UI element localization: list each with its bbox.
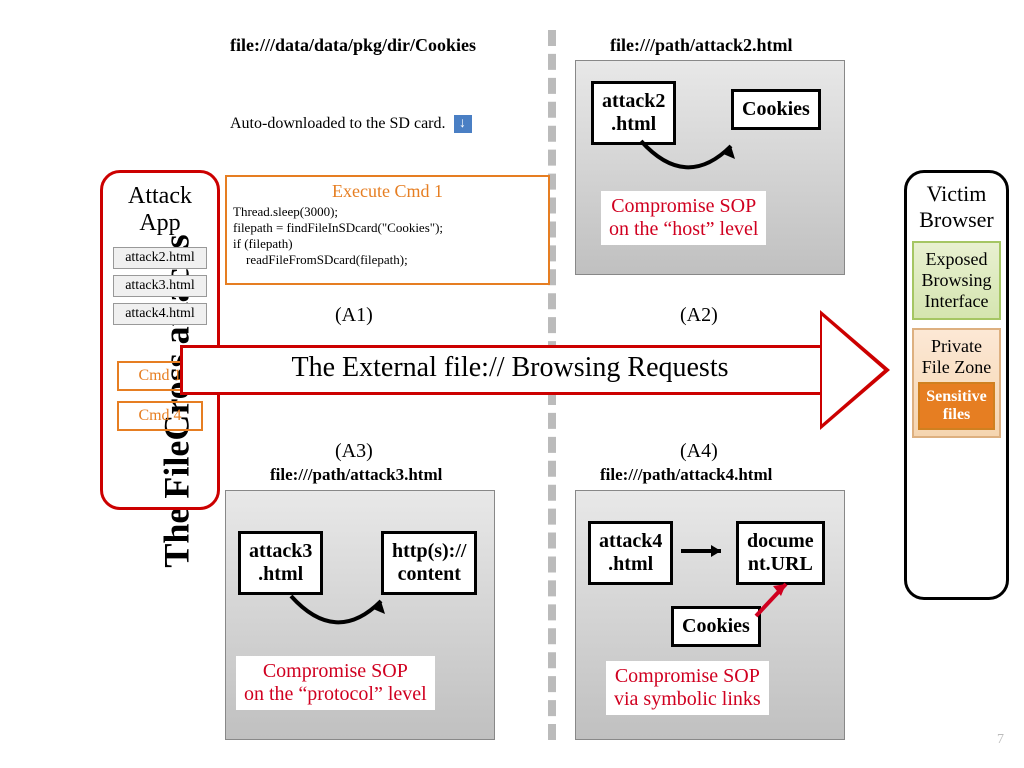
a4-box-cookies: Cookies	[671, 606, 761, 647]
panel-a4: attack4 .html docume nt.URL Cookies Comp…	[575, 490, 845, 740]
curved-arrow-icon	[631, 131, 751, 191]
url-attack2: file:///path/attack2.html	[610, 35, 793, 56]
url-attack3: file:///path/attack3.html	[270, 465, 442, 485]
curved-arrow-icon	[281, 586, 401, 646]
a4-message: Compromise SOP via symbolic links	[606, 661, 769, 715]
a2-box-cookies: Cookies	[731, 89, 821, 130]
url-cookies: file:///data/data/pkg/dir/Cookies	[230, 35, 476, 56]
label-a1: (A1)	[335, 304, 373, 327]
execute-cmd-title: Execute Cmd 1	[233, 181, 542, 202]
victim-title: Victim Browser	[912, 181, 1001, 233]
autodownload-text: Auto-downloaded to the SD card.	[230, 115, 446, 132]
url-attack4: file:///path/attack4.html	[600, 465, 772, 485]
red-arrow-icon	[751, 576, 801, 626]
attack-app-title: Attack App	[111, 183, 209, 237]
execute-cmd-code: Thread.sleep(3000); filepath = findFileI…	[233, 204, 542, 268]
arrow-text: The External file:// Browsing Requests	[210, 352, 810, 384]
execute-cmd-box: Execute Cmd 1 Thread.sleep(3000); filepa…	[225, 175, 550, 285]
attack-file-item: attack2.html	[113, 247, 207, 269]
label-a4: (A4)	[680, 440, 718, 463]
big-arrow: The External file:// Browsing Requests	[180, 310, 910, 430]
exposed-interface-box: Exposed Browsing Interface	[912, 241, 1001, 320]
label-a2: (A2)	[680, 304, 718, 327]
sensitive-files-box: Sensitive files	[918, 382, 995, 430]
panel-a2: attack2 .html Cookies Compromise SOP on …	[575, 60, 845, 275]
straight-arrow-icon	[681, 543, 741, 563]
attack-file-item: attack3.html	[113, 275, 207, 297]
download-icon: ↓	[454, 115, 472, 133]
victim-browser-box: Victim Browser Exposed Browsing Interfac…	[904, 170, 1009, 600]
autodownload-note: Auto-downloaded to the SD card. ↓	[230, 115, 472, 133]
a2-message: Compromise SOP on the “host” level	[601, 191, 766, 245]
a3-message: Compromise SOP on the “protocol” level	[236, 656, 435, 710]
private-file-zone-text: Private File Zone	[922, 336, 992, 377]
private-file-zone-box: Private File Zone Sensitive files	[912, 328, 1001, 438]
label-a3: (A3)	[335, 440, 373, 463]
a4-box-attack4: attack4 .html	[588, 521, 673, 585]
panel-a3: attack3 .html http(s):// content Comprom…	[225, 490, 495, 740]
page-number: 7	[997, 732, 1004, 748]
